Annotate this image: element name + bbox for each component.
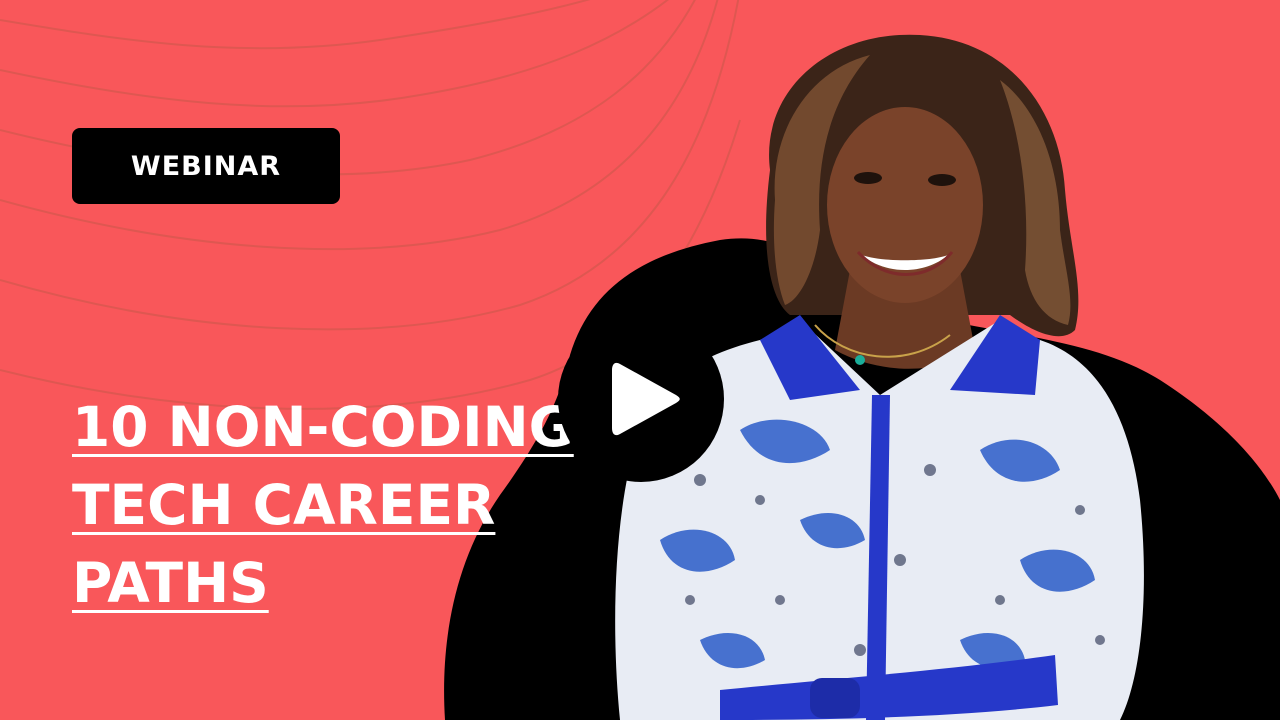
play-button[interactable] [558,316,724,482]
video-thumbnail[interactable]: WEBINAR 10 NON-CODING TECH CAREER PATHS [0,0,1280,720]
play-icon [612,362,680,436]
